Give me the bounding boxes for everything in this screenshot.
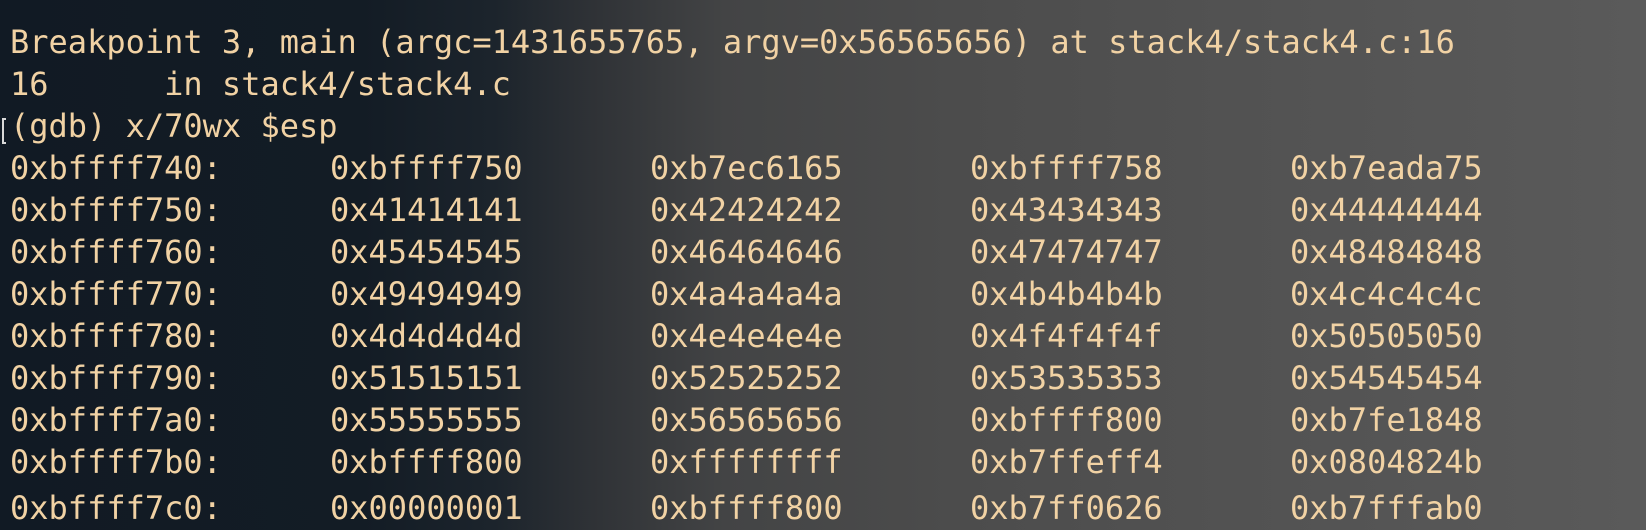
memory-word: 0x4d4d4d4d — [330, 317, 523, 355]
memory-word: 0x0804824b — [1290, 443, 1483, 481]
memory-word: 0xb7ec6165 — [650, 149, 843, 187]
memory-word: 0xbffff758 — [970, 149, 1163, 187]
memory-address: 0xbffff780: — [10, 317, 222, 355]
memory-word: 0xb7fe1848 — [1290, 401, 1483, 439]
memory-word: 0x56565656 — [650, 401, 843, 439]
gdb-prompt-command[interactable]: (gdb) x/70wx $esp — [10, 104, 338, 148]
memory-word: 0xb7eada75 — [1290, 149, 1483, 187]
memory-address: 0xbffff7b0: — [10, 443, 222, 481]
memory-word: 0x4c4c4c4c — [1290, 275, 1483, 313]
memory-word: 0x53535353 — [970, 359, 1163, 397]
memory-address: 0xbffff750: — [10, 191, 222, 229]
memory-word: 0x48484848 — [1290, 233, 1483, 271]
memory-word: 0x4e4e4e4e — [650, 317, 843, 355]
memory-word: 0x50505050 — [1290, 317, 1483, 355]
memory-word: 0x44444444 — [1290, 191, 1483, 229]
memory-word: 0xbffff750 — [330, 149, 523, 187]
memory-address: 0xbffff770: — [10, 275, 222, 313]
memory-address: 0xbffff7a0: — [10, 401, 222, 439]
memory-word: 0x55555555 — [330, 401, 523, 439]
memory-word: 0x51515151 — [330, 359, 523, 397]
memory-word: 0x46464646 — [650, 233, 843, 271]
memory-word: 0xffffffff — [650, 443, 843, 481]
cursor-bracket-icon — [2, 118, 6, 144]
memory-word: 0xb7fffab0 — [1290, 489, 1483, 527]
source-line-message: 16 in stack4/stack4.c — [10, 65, 511, 103]
memory-word: 0x54545454 — [1290, 359, 1483, 397]
memory-address: 0xbffff7c0: — [10, 489, 222, 527]
memory-word: 0x45454545 — [330, 233, 523, 271]
memory-word: 0xbffff800 — [650, 489, 843, 527]
terminal-window[interactable]: Breakpoint 3, main (argc=1431655765, arg… — [0, 0, 1646, 530]
memory-word: 0x41414141 — [330, 191, 523, 229]
memory-word: 0x43434343 — [970, 191, 1163, 229]
memory-word: 0x4f4f4f4f — [970, 317, 1163, 355]
memory-word: 0x49494949 — [330, 275, 523, 313]
memory-word: 0x4a4a4a4a — [650, 275, 843, 313]
memory-word: 0xb7ffeff4 — [970, 443, 1163, 481]
memory-word: 0x52525252 — [650, 359, 843, 397]
breakpoint-message: Breakpoint 3, main (argc=1431655765, arg… — [10, 23, 1455, 61]
memory-address: 0xbffff790: — [10, 359, 222, 397]
memory-word: 0x4b4b4b4b — [970, 275, 1163, 313]
memory-address: 0xbffff740: — [10, 149, 222, 187]
memory-word: 0xbffff800 — [970, 401, 1163, 439]
memory-word: 0xb7ff0626 — [970, 489, 1163, 527]
memory-word: 0x00000001 — [330, 489, 523, 527]
memory-word: 0x47474747 — [970, 233, 1163, 271]
memory-word: 0x42424242 — [650, 191, 843, 229]
memory-address: 0xbffff760: — [10, 233, 222, 271]
memory-word: 0xbffff800 — [330, 443, 523, 481]
